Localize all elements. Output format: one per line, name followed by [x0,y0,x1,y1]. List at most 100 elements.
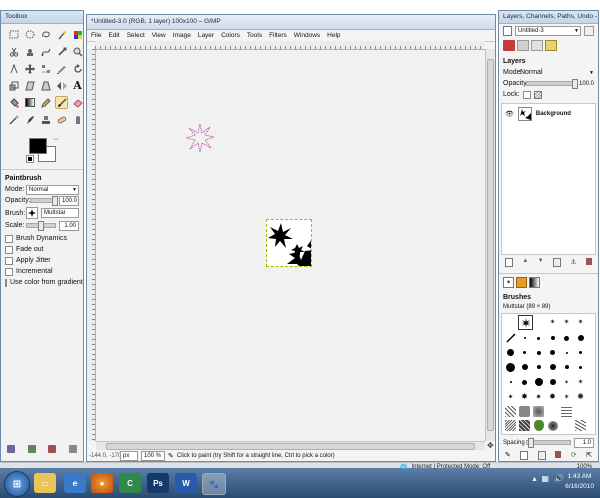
spacing-spinbox[interactable]: 1.0 [574,437,594,448]
brush-cell[interactable] [560,419,573,432]
zoom-level-text[interactable]: 100% [577,464,592,470]
color-picker-tool[interactable] [55,45,68,58]
brush-cell[interactable] [560,346,573,359]
checkbox-row[interactable]: Brush Dynamics [1,233,83,244]
brush-cell[interactable] [546,376,559,389]
fuzzy-select-tool[interactable] [55,28,68,41]
menu-edit[interactable]: Edit [108,30,119,41]
tab-layers[interactable] [503,40,515,51]
foreground-select-tool[interactable] [23,45,36,58]
tab-gradients[interactable] [529,277,540,288]
brush-cell[interactable] [574,346,587,359]
menu-windows[interactable]: Windows [294,30,320,41]
brush-cell[interactable] [532,405,545,418]
tab-brushes[interactable]: ✶ [503,277,514,288]
checkbox[interactable] [5,278,7,287]
zoom-tool[interactable] [71,45,84,58]
brush-cell[interactable] [560,361,573,374]
clock[interactable]: 1:43 AM 6/16/2010 [565,472,594,492]
brush-cell[interactable] [532,332,545,345]
bucket-fill-tool[interactable] [7,96,20,109]
brush-cell[interactable] [504,346,517,359]
brush-cell[interactable] [532,346,545,359]
menu-layer[interactable]: Layer [198,30,214,41]
swap-colors-icon[interactable]: ↔ [53,136,59,142]
brush-cell[interactable]: ✶ [560,390,573,403]
scale-slider-knob[interactable] [38,221,44,231]
unit-select[interactable]: px [120,450,138,461]
ink-tool[interactable] [23,113,36,126]
tab-channels[interactable] [517,40,529,51]
brush-cell[interactable] [546,405,559,418]
duplicate-brush-icon[interactable] [537,451,546,460]
brush-preview-button[interactable] [26,207,38,219]
layer-thumbnail[interactable] [517,107,532,121]
anchor-layer-icon[interactable]: ⚓ [570,258,576,267]
tray-volume-icon[interactable]: 🔊 [554,474,564,483]
clone-tool[interactable] [39,113,52,126]
new-layer-icon[interactable] [505,258,513,267]
layers-opacity-slider[interactable] [526,79,578,89]
taskbar-firefox[interactable]: ● [91,473,113,493]
edit-brush-icon[interactable]: ✎ [505,451,511,460]
crop-tool[interactable] [55,62,68,75]
brush-cell[interactable] [532,361,545,374]
brush-cell[interactable] [574,332,587,345]
brush-cell[interactable]: ✺ [574,390,587,403]
open-brush-as-image-icon[interactable]: ⇱ [586,451,592,460]
mode-select[interactable]: Normal ▼ [26,184,79,195]
brush-cell[interactable] [574,419,587,432]
brush-cell[interactable] [546,419,559,432]
taskbar-photoshop[interactable]: Ps [147,473,169,493]
shear-tool[interactable] [23,79,36,92]
brush-cell[interactable]: ✹ [546,390,559,403]
layer-row[interactable]: 👁 Background [502,106,595,122]
menu-tools[interactable]: Tools [247,30,262,41]
delete-brush-icon[interactable] [555,451,562,458]
brush-cell[interactable]: ✶ [574,315,587,328]
paths-tool[interactable] [39,45,52,58]
brush-cell[interactable]: ✷ [532,390,545,403]
raise-layer-icon[interactable]: ▲ [522,258,528,267]
checkbox-row[interactable]: Fade out [1,244,83,255]
vertical-scrollbar[interactable] [485,49,495,441]
checkbox-row[interactable]: Use color from gradient [1,277,83,288]
brush-cell[interactable] [504,315,517,328]
menu-file[interactable]: File [91,30,101,41]
navigate-icon[interactable]: ✥ [487,442,494,450]
align-tool[interactable] [39,62,52,75]
paintbrush-tool[interactable] [55,96,68,109]
delete-layer-icon[interactable] [585,258,592,265]
menu-colors[interactable]: Colors [221,30,240,41]
chevron-down-icon[interactable]: ▼ [589,70,594,76]
scissors-tool[interactable] [7,45,20,58]
brush-cell[interactable] [574,405,587,418]
layer-name[interactable]: Background [536,111,571,117]
select-by-color-tool[interactable] [71,28,84,41]
zoom-select[interactable]: 100 % [141,450,165,461]
checkbox[interactable] [5,245,13,254]
text-tool[interactable]: A [71,79,84,92]
brush-cell-selected[interactable] [518,315,533,330]
windows-start-button[interactable]: ⊞ [4,471,30,497]
new-brush-icon[interactable] [520,451,529,460]
duplicate-layer-icon[interactable] [552,258,561,267]
taskbar-word[interactable]: W [175,473,197,493]
menu-filters[interactable]: Filters [269,30,287,41]
vertical-scroll-thumb[interactable] [487,59,494,431]
brush-cell[interactable] [546,361,559,374]
opacity-slider[interactable] [30,196,58,206]
checkbox[interactable] [5,234,13,243]
eye-icon[interactable]: 👁 [505,110,514,118]
brush-cell[interactable] [518,419,531,432]
brush-cell[interactable] [504,405,517,418]
lock-alpha-icon[interactable] [533,90,542,99]
horizontal-scrollbar[interactable] [96,441,485,450]
brush-cell[interactable] [518,361,531,374]
brush-cell[interactable] [546,346,559,359]
move-tool[interactable] [23,62,36,75]
brush-cell[interactable] [560,332,573,345]
menu-select[interactable]: Select [127,30,145,41]
opacity-spinbox[interactable]: 100.0 [59,195,79,206]
brush-cell[interactable]: ✶ [560,315,573,328]
